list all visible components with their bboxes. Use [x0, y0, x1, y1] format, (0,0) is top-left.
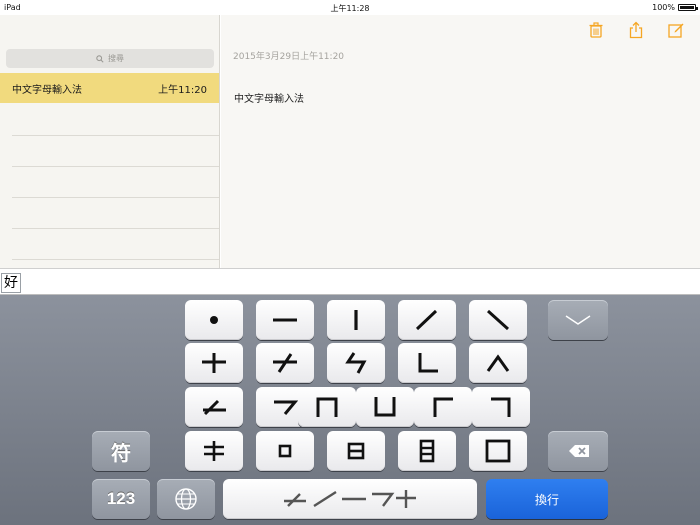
key-small-square-stroke[interactable] — [256, 431, 314, 471]
candidate-bar: 好 — [0, 268, 700, 295]
key-slash-cross-stroke[interactable] — [256, 343, 314, 383]
note-body-text[interactable]: 中文字母輸入法 — [234, 90, 304, 105]
symbols-key-label: 符 — [111, 442, 131, 465]
key-zigzag-stroke[interactable] — [327, 343, 385, 383]
search-placeholder: 搜尋 — [108, 54, 124, 63]
key-right-falling-stroke[interactable] — [469, 300, 527, 340]
numbers-key[interactable]: 123 — [92, 479, 150, 519]
key-horizontal-stroke[interactable] — [256, 300, 314, 340]
notes-sidebar: 搜尋 中文字母輸入法 上午11:20 — [0, 15, 220, 268]
stroke-large-square-icon — [485, 439, 511, 463]
key-caret-stroke[interactable] — [469, 343, 527, 383]
stroke-right-falling-icon — [486, 309, 510, 331]
candidate-character[interactable]: 好 — [1, 273, 21, 293]
stroke-small-square-icon — [278, 444, 292, 458]
key-left-falling-stroke[interactable] — [398, 300, 456, 340]
stroke-sun-icon — [347, 442, 365, 460]
stroke-double-cross-icon — [204, 441, 224, 461]
key-vertical-stroke[interactable] — [327, 300, 385, 340]
stroke-horizontal-icon — [273, 318, 297, 322]
stroke-vertical-bend-icon — [418, 353, 438, 373]
key-turn-stroke[interactable] — [472, 387, 530, 427]
list-divider — [12, 166, 219, 167]
key-cross-stroke[interactable] — [185, 343, 243, 383]
note-list-item[interactable]: 中文字母輸入法 上午11:20 — [0, 73, 219, 103]
list-divider — [12, 197, 219, 198]
enter-key-label: 換行 — [534, 492, 559, 507]
globe-icon — [175, 488, 197, 510]
space-stroke-sequence-icon — [284, 490, 416, 508]
key-corner-stroke[interactable] — [414, 387, 472, 427]
stroke-caret-icon — [486, 354, 510, 372]
stroke-frame-icon — [316, 397, 338, 417]
stroke-cross-icon — [202, 353, 226, 373]
status-bar: iPad 上午11:28 100% — [0, 0, 700, 15]
stroke-horizontal-hook-icon — [274, 400, 299, 415]
stroke-left-falling-icon — [415, 309, 438, 331]
key-vertical-bend-stroke[interactable] — [398, 343, 456, 383]
battery-icon — [678, 4, 698, 11]
symbols-key[interactable]: 符 — [92, 431, 150, 471]
share-icon[interactable] — [627, 21, 645, 39]
stroke-eye-icon — [419, 439, 435, 463]
stroke-turn-icon — [491, 397, 511, 417]
key-double-cross-stroke[interactable] — [185, 431, 243, 471]
note-editor[interactable]: 2015年3月29日上午11:20 中文字母輸入法 — [221, 15, 700, 268]
key-dot[interactable] — [185, 300, 243, 340]
trash-icon[interactable] — [587, 21, 605, 39]
list-divider — [12, 135, 219, 136]
key-frame-stroke[interactable] — [298, 387, 356, 427]
stroke-vertical-icon — [354, 310, 358, 330]
key-large-square-stroke[interactable] — [469, 431, 527, 471]
search-icon — [96, 54, 104, 63]
list-divider — [12, 228, 219, 229]
stroke-cup-icon — [374, 397, 396, 417]
note-list-time: 上午11:20 — [158, 84, 207, 96]
hide-keyboard-icon — [565, 315, 591, 325]
keyboard: 符 123 換行 — [0, 295, 700, 525]
key-eye-stroke[interactable] — [398, 431, 456, 471]
battery-percent: 100% — [652, 3, 675, 12]
status-time: 上午11:28 — [330, 4, 370, 13]
stroke-corner-icon — [433, 397, 453, 417]
key-cup-stroke[interactable] — [356, 387, 414, 427]
note-list-title: 中文字母輸入法 — [12, 84, 82, 96]
search-input[interactable]: 搜尋 — [6, 49, 214, 68]
space-key[interactable] — [223, 479, 477, 519]
stroke-slash-cross-icon — [273, 353, 297, 373]
hide-keyboard-button[interactable] — [548, 300, 608, 340]
key-rising-stroke[interactable] — [185, 387, 243, 427]
numbers-key-label: 123 — [106, 489, 136, 508]
compose-icon[interactable] — [667, 21, 685, 39]
list-divider — [12, 259, 219, 260]
key-sun-stroke[interactable] — [327, 431, 385, 471]
stroke-rising-icon — [203, 399, 226, 416]
delete-key[interactable] — [548, 431, 608, 471]
delete-icon — [569, 445, 589, 457]
stroke-dot-icon — [210, 316, 218, 324]
note-date: 2015年3月29日上午11:20 — [233, 52, 345, 62]
globe-key[interactable] — [157, 479, 215, 519]
stroke-zigzag-icon — [345, 352, 367, 374]
enter-key[interactable]: 換行 — [486, 479, 608, 519]
battery-status: 100% — [652, 3, 698, 12]
